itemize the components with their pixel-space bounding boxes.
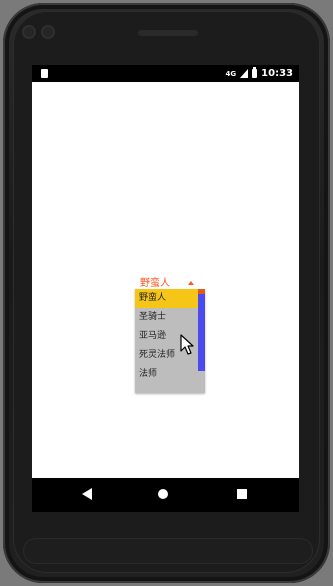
dropdown-item[interactable]: 圣骑士 <box>135 308 205 327</box>
status-bar: 4G 10:33 <box>32 65 299 82</box>
spinner-selected-value: 野蛮人 <box>140 278 170 289</box>
battery-icon <box>252 67 258 78</box>
dropdown-scrollbar-thumb[interactable] <box>198 289 205 371</box>
sensor-icon <box>41 25 55 39</box>
home-icon[interactable] <box>158 489 168 499</box>
network-type-label: 4G <box>225 69 237 78</box>
caret-up-icon <box>188 281 194 285</box>
dropdown-item[interactable]: 野蛮人 <box>135 289 205 308</box>
mouse-pointer-icon <box>180 334 194 355</box>
app-content: 野蛮人 野蛮人 圣骑士 亚马逊 死灵法师 法师 <box>32 82 299 478</box>
class-spinner[interactable]: 野蛮人 <box>135 272 199 290</box>
back-icon[interactable] <box>82 488 92 500</box>
status-right-group: 4G 10:33 <box>226 67 293 80</box>
dropdown-scrollbar-track[interactable] <box>198 289 205 393</box>
recents-icon[interactable] <box>237 489 247 499</box>
sd-card-icon <box>41 69 48 78</box>
bottom-speaker <box>23 538 313 564</box>
dropdown-item[interactable]: 法师 <box>135 365 205 384</box>
cell-signal-icon <box>240 69 249 78</box>
navigation-bar <box>32 478 299 512</box>
device-screen: 4G 10:33 野蛮人 野蛮人 圣骑士 亚马逊 死灵法师 法师 <box>32 65 299 512</box>
status-clock: 10:33 <box>261 68 293 79</box>
earpiece-speaker <box>138 30 198 36</box>
front-camera-icon <box>22 25 36 39</box>
